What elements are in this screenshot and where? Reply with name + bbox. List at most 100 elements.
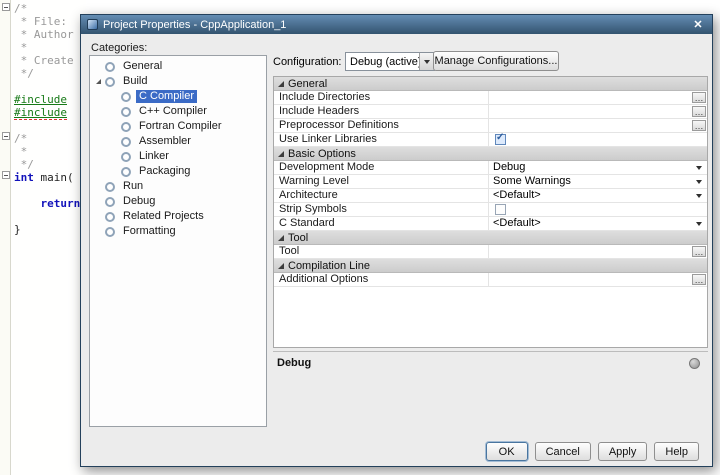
category-icon bbox=[105, 227, 115, 237]
editor-gutter bbox=[0, 0, 11, 475]
checkbox[interactable] bbox=[495, 204, 506, 215]
prop-label: Include Headers bbox=[274, 105, 489, 118]
tree-handle bbox=[94, 196, 105, 207]
tree-item-label: C++ Compiler bbox=[136, 105, 210, 118]
category-icon bbox=[121, 122, 131, 132]
fold-marker-icon[interactable] bbox=[2, 171, 10, 179]
code-line: * bbox=[14, 145, 80, 158]
ellipsis-button[interactable]: … bbox=[692, 120, 706, 131]
ellipsis-button[interactable]: … bbox=[692, 246, 706, 257]
close-icon[interactable]: ✕ bbox=[690, 18, 706, 31]
prop-row-c-standard: C Standard <Default> bbox=[274, 217, 707, 231]
fold-marker-icon[interactable] bbox=[2, 132, 10, 140]
code-line: * Author bbox=[14, 28, 80, 41]
prop-label: Tool bbox=[274, 245, 489, 258]
configuration-label: Configuration: bbox=[273, 56, 342, 68]
cancel-button[interactable]: Cancel bbox=[535, 442, 591, 461]
category-icon bbox=[121, 152, 131, 162]
code-line: * File: bbox=[14, 15, 80, 28]
tree-collapse-icon[interactable] bbox=[94, 76, 105, 87]
tree-handle bbox=[110, 91, 121, 102]
dropdown-arrow-icon[interactable] bbox=[696, 194, 702, 198]
prop-value-architecture[interactable]: <Default> bbox=[489, 189, 707, 202]
category-icon bbox=[121, 167, 131, 177]
property-help-panel: Debug bbox=[273, 351, 708, 429]
check-icon: ✓ bbox=[496, 132, 504, 143]
tree-item-label: Related Projects bbox=[120, 210, 207, 223]
prop-row-warning-level: Warning Level Some Warnings bbox=[274, 175, 707, 189]
code-line: */ bbox=[14, 158, 80, 171]
dropdown-value: Debug bbox=[493, 161, 525, 174]
tree-item-packaging[interactable]: Packaging bbox=[90, 164, 266, 179]
section-compilation-line[interactable]: Compilation Line bbox=[274, 259, 707, 273]
category-icon bbox=[105, 197, 115, 207]
prop-label: Include Directories bbox=[274, 91, 489, 104]
categories-label: Categories: bbox=[91, 42, 147, 54]
dropdown-value: Some Warnings bbox=[493, 175, 571, 188]
checkbox[interactable]: ✓ bbox=[495, 134, 506, 145]
prop-label: Warning Level bbox=[274, 175, 489, 188]
tree-item-c-compiler[interactable]: C++ Compiler bbox=[90, 104, 266, 119]
property-table: GeneralInclude Directories…Include Heade… bbox=[273, 76, 708, 348]
prop-value-warning-level[interactable]: Some Warnings bbox=[489, 175, 707, 188]
code-line: return bbox=[14, 197, 80, 210]
dropdown-arrow-icon[interactable] bbox=[696, 222, 702, 226]
prop-row-include-headers: Include Headers … bbox=[274, 105, 707, 119]
tree-item-run[interactable]: Run bbox=[90, 179, 266, 194]
tree-item-build[interactable]: Build bbox=[90, 74, 266, 89]
code-line bbox=[14, 210, 80, 223]
dialog-titlebar[interactable]: Project Properties - CppApplication_1 ✕ bbox=[81, 15, 712, 34]
tree-item-fortran-compiler[interactable]: Fortran Compiler bbox=[90, 119, 266, 134]
ellipsis-button[interactable]: … bbox=[692, 106, 706, 117]
prop-row-tool: Tool … bbox=[274, 245, 707, 259]
code-line: */ bbox=[14, 67, 80, 80]
tree-handle bbox=[94, 61, 105, 72]
tree-item-label: Fortran Compiler bbox=[136, 120, 225, 133]
dropdown-arrow-icon[interactable] bbox=[696, 166, 702, 170]
prop-row-use-linker-libraries: Use Linker Libraries ✓ bbox=[274, 133, 707, 147]
dialog-icon bbox=[87, 19, 98, 30]
prop-label: Use Linker Libraries bbox=[274, 133, 489, 146]
ellipsis-button[interactable]: … bbox=[692, 92, 706, 103]
prop-value-use-linker-libraries[interactable]: ✓ bbox=[489, 133, 707, 146]
prop-row-strip-symbols: Strip Symbols bbox=[274, 203, 707, 217]
prop-label: Architecture bbox=[274, 189, 489, 202]
tree-item-related-projects[interactable]: Related Projects bbox=[90, 209, 266, 224]
category-icon bbox=[105, 77, 115, 87]
help-button[interactable]: Help bbox=[654, 442, 699, 461]
code-line bbox=[14, 80, 80, 93]
prop-value-include-directories: … bbox=[489, 91, 707, 104]
tree-item-label: Linker bbox=[136, 150, 172, 163]
section-tool[interactable]: Tool bbox=[274, 231, 707, 245]
prop-row-architecture: Architecture<Default> bbox=[274, 189, 707, 203]
combo-arrow-icon[interactable] bbox=[419, 53, 434, 70]
tree-item-debug[interactable]: Debug bbox=[90, 194, 266, 209]
ellipsis-button[interactable]: … bbox=[692, 274, 706, 285]
tree-item-general[interactable]: General bbox=[90, 59, 266, 74]
section-basic-options[interactable]: Basic Options bbox=[274, 147, 707, 161]
apply-button[interactable]: Apply bbox=[598, 442, 648, 461]
tree-handle bbox=[110, 106, 121, 117]
prop-value-development-mode[interactable]: Debug bbox=[489, 161, 707, 174]
tree-item-c-compiler[interactable]: C Compiler bbox=[90, 89, 266, 104]
prop-label: C Standard bbox=[274, 217, 489, 230]
dropdown-arrow-icon[interactable] bbox=[696, 180, 702, 184]
dropdown-value: <Default> bbox=[493, 217, 541, 230]
configuration-combobox[interactable]: Debug (active) bbox=[345, 52, 435, 71]
ok-button[interactable]: OK bbox=[486, 442, 528, 461]
section-label: General bbox=[288, 78, 327, 90]
code-line: * bbox=[14, 41, 80, 54]
code-line: #include bbox=[14, 93, 80, 106]
tree-item-label: C Compiler bbox=[136, 90, 197, 103]
editor-code: /* * File: * Author * * Create */#includ… bbox=[14, 2, 80, 236]
fold-marker-icon[interactable] bbox=[2, 3, 10, 11]
tree-item-formatting[interactable]: Formatting bbox=[90, 224, 266, 239]
prop-value-c-standard[interactable]: <Default> bbox=[489, 217, 707, 230]
section-general[interactable]: General bbox=[274, 77, 707, 91]
code-line: /* bbox=[14, 2, 80, 15]
tree-item-linker[interactable]: Linker bbox=[90, 149, 266, 164]
tree-item-assembler[interactable]: Assembler bbox=[90, 134, 266, 149]
manage-configurations-button[interactable]: Manage Configurations... bbox=[433, 51, 559, 71]
code-editor[interactable]: /* * File: * Author * * Create */#includ… bbox=[0, 0, 86, 475]
prop-value-strip-symbols[interactable] bbox=[489, 203, 707, 216]
